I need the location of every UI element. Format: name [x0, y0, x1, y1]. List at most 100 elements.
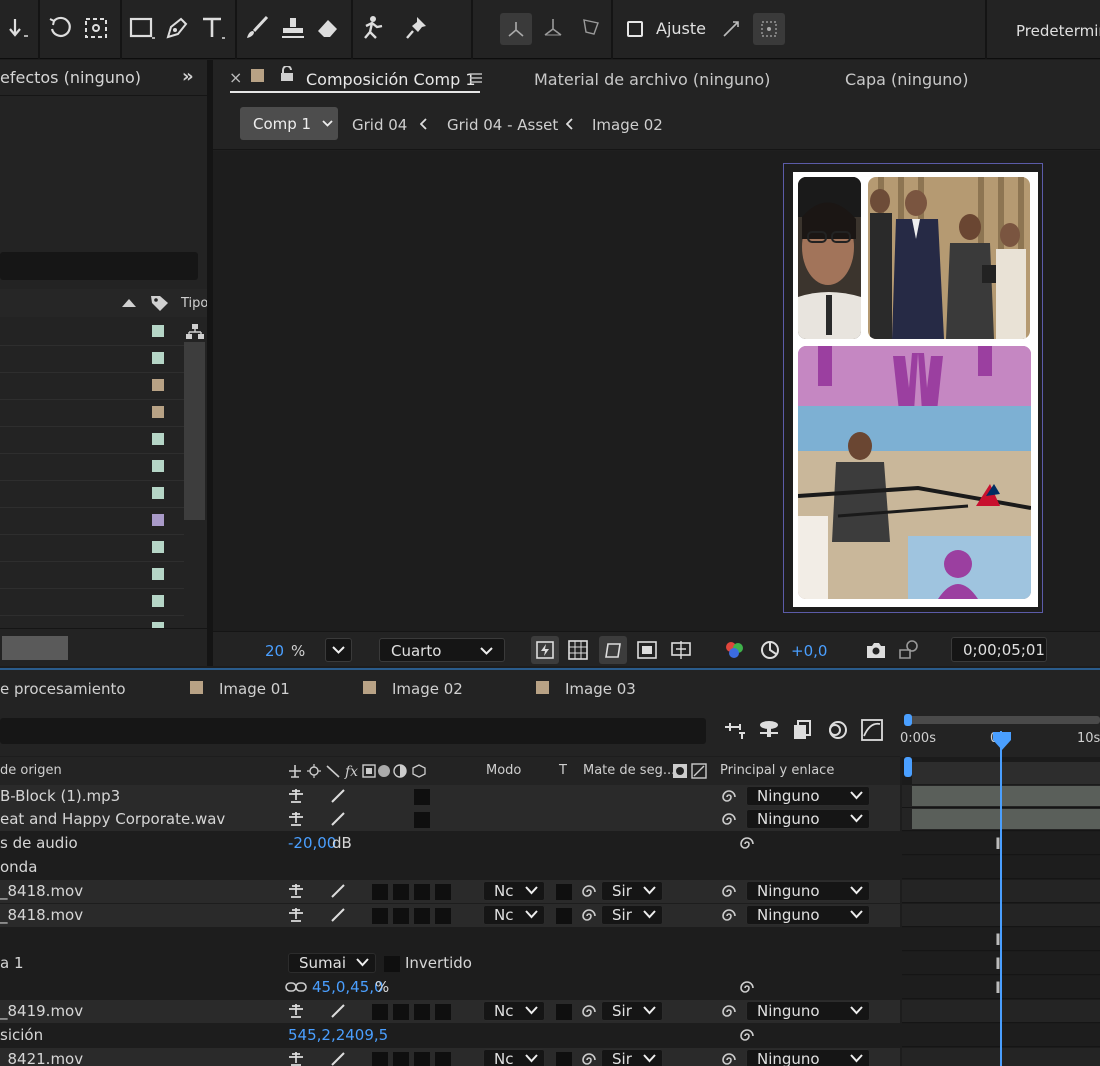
- switch-toggle[interactable]: [372, 1004, 388, 1020]
- pick-whip-icon[interactable]: [738, 979, 756, 997]
- layer-name[interactable]: B-Block (1).mp3: [0, 787, 120, 805]
- brush-icon[interactable]: [243, 14, 271, 42]
- pick-whip-icon[interactable]: [720, 1051, 738, 1066]
- table-row[interactable]: B-Block (1).mp3 Ninguno: [0, 785, 900, 808]
- close-tab-icon[interactable]: ×: [229, 68, 242, 87]
- blend-mode-dropdown[interactable]: Nc: [483, 1049, 545, 1066]
- stamp-icon[interactable]: [279, 14, 307, 42]
- switch-toggle[interactable]: [435, 908, 451, 924]
- tab-image-02[interactable]: Image 02: [392, 680, 463, 698]
- breadcrumb-image-02[interactable]: Image 02: [592, 116, 663, 134]
- item-label-swatch[interactable]: [152, 379, 164, 391]
- switch-toggle[interactable]: [414, 1004, 430, 1020]
- source-name-header[interactable]: de origen: [0, 763, 62, 778]
- panel-expand-icon[interactable]: »: [182, 66, 194, 87]
- channel-rgb-icon[interactable]: [724, 640, 746, 660]
- audio-levels-value[interactable]: -20,00: [288, 834, 336, 852]
- pick-whip-icon[interactable]: [580, 883, 598, 901]
- axis-local-icon[interactable]: [539, 14, 567, 42]
- quality-icon[interactable]: [330, 1051, 346, 1066]
- tab-image-03[interactable]: Image 03: [565, 680, 636, 698]
- position-value[interactable]: 545,2,2409,5: [288, 1026, 388, 1044]
- table-row[interactable]: eat and Happy Corporate.wav Ninguno: [0, 808, 900, 831]
- switch-toggle[interactable]: [393, 884, 409, 900]
- switch-toggle[interactable]: [414, 908, 430, 924]
- transparency-grid-icon[interactable]: [568, 640, 588, 660]
- shy-icon[interactable]: [287, 883, 305, 899]
- motion-blur-icon[interactable]: [826, 719, 848, 741]
- track-matte-dropdown[interactable]: Sir: [601, 1001, 663, 1021]
- pick-whip-icon[interactable]: [720, 1003, 738, 1021]
- parent-dropdown[interactable]: Ninguno: [746, 905, 870, 925]
- breadcrumb-grid-04-asset[interactable]: Grid 04 - Asset: [447, 116, 558, 134]
- fast-preview-button[interactable]: [531, 636, 559, 664]
- quality-icon[interactable]: [330, 907, 346, 923]
- pick-whip-icon[interactable]: [580, 1003, 598, 1021]
- item-label-swatch[interactable]: [152, 514, 164, 526]
- project-search-input[interactable]: [0, 252, 198, 280]
- resolution-dropdown[interactable]: Cuarto: [379, 638, 505, 662]
- tab-image-01[interactable]: Image 01: [219, 680, 290, 698]
- axis-world-button[interactable]: [500, 13, 532, 45]
- bit-depth-button[interactable]: [2, 636, 68, 660]
- snap-icon[interactable]: [718, 14, 746, 42]
- layer-name[interactable]: _8418.mov: [0, 882, 83, 900]
- roto-brush-icon[interactable]: [360, 14, 388, 42]
- effect-controls-tab[interactable]: efectos (ninguno): [0, 68, 141, 87]
- timeline-search-input[interactable]: [0, 718, 706, 744]
- lock-open-icon[interactable]: [280, 66, 294, 82]
- mask-mode-dropdown[interactable]: Sumai: [288, 953, 376, 973]
- preserve-transparency-toggle[interactable]: [556, 1004, 572, 1020]
- item-label-swatch[interactable]: [152, 352, 164, 364]
- table-row[interactable]: _8419.mov Nc Sir Ninguno: [0, 1000, 900, 1023]
- layer-name[interactable]: s de audio: [0, 834, 78, 852]
- pick-whip-icon[interactable]: [720, 907, 738, 925]
- comp-dropdown[interactable]: Comp 1: [240, 107, 338, 140]
- preserve-transparency-toggle[interactable]: [556, 884, 572, 900]
- workspace-label[interactable]: Predetermin: [1016, 22, 1100, 40]
- tab-footage[interactable]: Material de archivo (ninguno): [534, 70, 770, 89]
- table-row[interactable]: _8418.mov Nc Sir Ninguno: [0, 880, 900, 903]
- pick-whip-icon[interactable]: [720, 883, 738, 901]
- item-label-swatch[interactable]: [152, 595, 164, 607]
- region-of-interest-icon[interactable]: [670, 639, 692, 661]
- draft-3d-icon[interactable]: [757, 719, 781, 741]
- rotate-icon[interactable]: [46, 14, 74, 42]
- table-row[interactable]: _8418.mov Nc Sir Ninguno: [0, 904, 900, 927]
- mask-visibility-button[interactable]: [599, 636, 627, 664]
- item-label-swatch[interactable]: [152, 541, 164, 553]
- mode-header[interactable]: Modo: [486, 763, 521, 778]
- switch-toggle[interactable]: [393, 1004, 409, 1020]
- layer-name[interactable]: _8418.mov: [0, 906, 83, 924]
- snapshot-camera-icon[interactable]: [865, 640, 887, 660]
- axis-view-icon[interactable]: [577, 14, 605, 42]
- parent-dropdown[interactable]: Ninguno: [746, 1049, 870, 1066]
- table-row[interactable]: [0, 928, 900, 951]
- rectangle-icon[interactable]: [128, 14, 156, 42]
- switch-toggle[interactable]: [393, 908, 409, 924]
- mask-inverted-checkbox[interactable]: [384, 956, 400, 972]
- zoom-value[interactable]: 20: [265, 642, 284, 660]
- tab-composition[interactable]: Composición Comp 1: [306, 70, 476, 89]
- layer-name[interactable]: eat and Happy Corporate.wav: [0, 810, 225, 828]
- sort-up-icon[interactable]: [122, 298, 136, 308]
- layer-duration-bar[interactable]: [912, 809, 1100, 829]
- switch-toggle[interactable]: [414, 1052, 430, 1066]
- pick-whip-icon[interactable]: [720, 788, 738, 806]
- exposure-value[interactable]: +0,0: [791, 642, 827, 660]
- switch-toggle[interactable]: [414, 812, 430, 828]
- tab-menu-icon[interactable]: [469, 72, 483, 84]
- item-label-swatch[interactable]: [152, 406, 164, 418]
- switch-toggle[interactable]: [435, 884, 451, 900]
- quality-icon[interactable]: [330, 811, 346, 827]
- blend-mode-dropdown[interactable]: Nc: [483, 1001, 545, 1021]
- zoom-dropdown[interactable]: [325, 638, 352, 662]
- text-icon[interactable]: [199, 14, 227, 42]
- current-time-indicator-icon[interactable]: [991, 730, 1013, 752]
- pen-icon[interactable]: [163, 14, 191, 42]
- project-scrollbar[interactable]: [184, 342, 205, 520]
- blend-mode-dropdown[interactable]: Nc: [483, 881, 545, 901]
- breadcrumb-grid-04[interactable]: Grid 04: [352, 116, 407, 134]
- layer-name[interactable]: _8419.mov: [0, 1002, 83, 1020]
- layer-duration-bar[interactable]: [912, 786, 1100, 806]
